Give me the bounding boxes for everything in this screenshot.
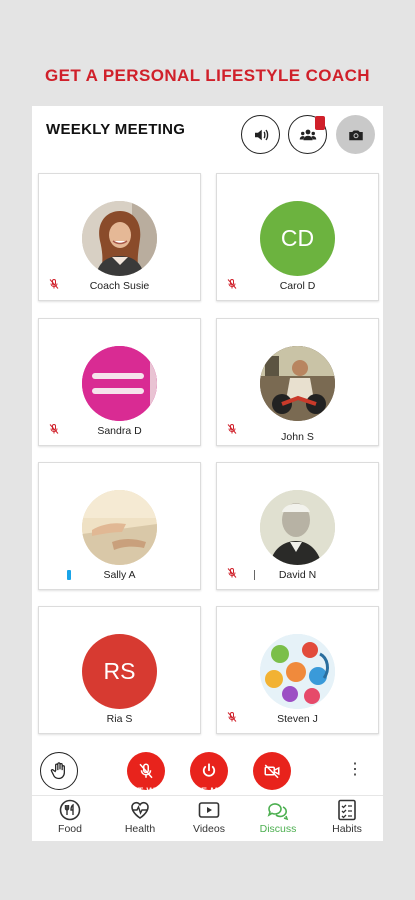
participant-name: David N [278, 569, 317, 581]
avatar [260, 634, 335, 709]
meeting-title: WEEKLY MEETING [46, 121, 186, 138]
video-off-icon [264, 764, 280, 779]
food-icon [59, 799, 81, 821]
avatar-initials: CD [280, 225, 315, 251]
discuss-icon [267, 803, 289, 821]
avatar-initials: RS [103, 658, 136, 684]
participants-icon [299, 129, 316, 140]
avatar: CD [260, 201, 335, 276]
app-screen: WEEKLY MEETING Coach Susie CD Carol D Sa… [32, 106, 383, 841]
power-icon [202, 763, 216, 777]
participant-name: Sally A [103, 569, 136, 581]
participant-name: Coach Susie [89, 280, 150, 292]
participants-button[interactable] [288, 115, 327, 154]
avatar [260, 490, 335, 565]
menu-lines-icon [82, 346, 157, 421]
participant-name: Ria S [106, 713, 133, 725]
camera-switch-button[interactable] [336, 115, 375, 154]
meeting-header: WEEKLY MEETING [32, 106, 383, 164]
nav-item-discuss[interactable]: Discuss [248, 798, 308, 835]
avatar: RS [82, 634, 157, 709]
participant-tile[interactable]: RS Ria S [38, 606, 201, 734]
participant-tile[interactable]: John S [216, 318, 379, 446]
mute-mic-button[interactable] [127, 752, 165, 790]
participant-tile[interactable]: Sally A [38, 462, 201, 590]
avatar [82, 201, 157, 276]
nav-label: Videos [193, 823, 225, 835]
participant-tile[interactable]: David N [216, 462, 379, 590]
notification-badge [315, 116, 325, 130]
avatar [260, 346, 335, 421]
nav-label: Food [58, 823, 82, 835]
avatar [82, 490, 157, 565]
participant-name: Carol D [279, 280, 316, 292]
more-options-icon[interactable]: ⋮ [347, 762, 363, 778]
videos-icon [198, 802, 220, 818]
participant-tile[interactable]: Steven J [216, 606, 379, 734]
nav-label: Health [124, 823, 156, 835]
speaker-button[interactable] [241, 115, 280, 154]
participant-tile[interactable]: Coach Susie [38, 173, 201, 301]
participant-name: Sandra D [97, 425, 142, 437]
nav-item-health[interactable]: Health [110, 798, 170, 835]
muted-mic-icon [139, 763, 153, 779]
nav-label: Habits [332, 823, 362, 835]
nav-item-food[interactable]: Food [40, 798, 100, 835]
participant-tile[interactable]: Sandra D [38, 318, 201, 446]
end-call-button[interactable] [190, 752, 228, 790]
nav-item-habits[interactable]: Habits [317, 798, 377, 835]
participant-name: John S [281, 431, 314, 443]
participant-tile[interactable]: CD Carol D [216, 173, 379, 301]
hand-icon [50, 762, 65, 780]
raise-hand-button[interactable] [40, 752, 78, 790]
speaker-icon [254, 129, 268, 140]
health-icon [131, 801, 149, 819]
habits-icon [338, 799, 356, 821]
video-off-button[interactable] [253, 752, 291, 790]
camera-icon [348, 130, 363, 140]
bottom-nav: Food Health Videos Discuss Habits [32, 795, 383, 841]
avatar [82, 346, 157, 421]
nav-item-videos[interactable]: Videos [179, 798, 239, 835]
nav-label: Discuss [259, 823, 297, 835]
promo-headline: GET A PERSONAL LIFESTYLE COACH [45, 66, 370, 85]
participant-name: Steven J [277, 713, 318, 725]
